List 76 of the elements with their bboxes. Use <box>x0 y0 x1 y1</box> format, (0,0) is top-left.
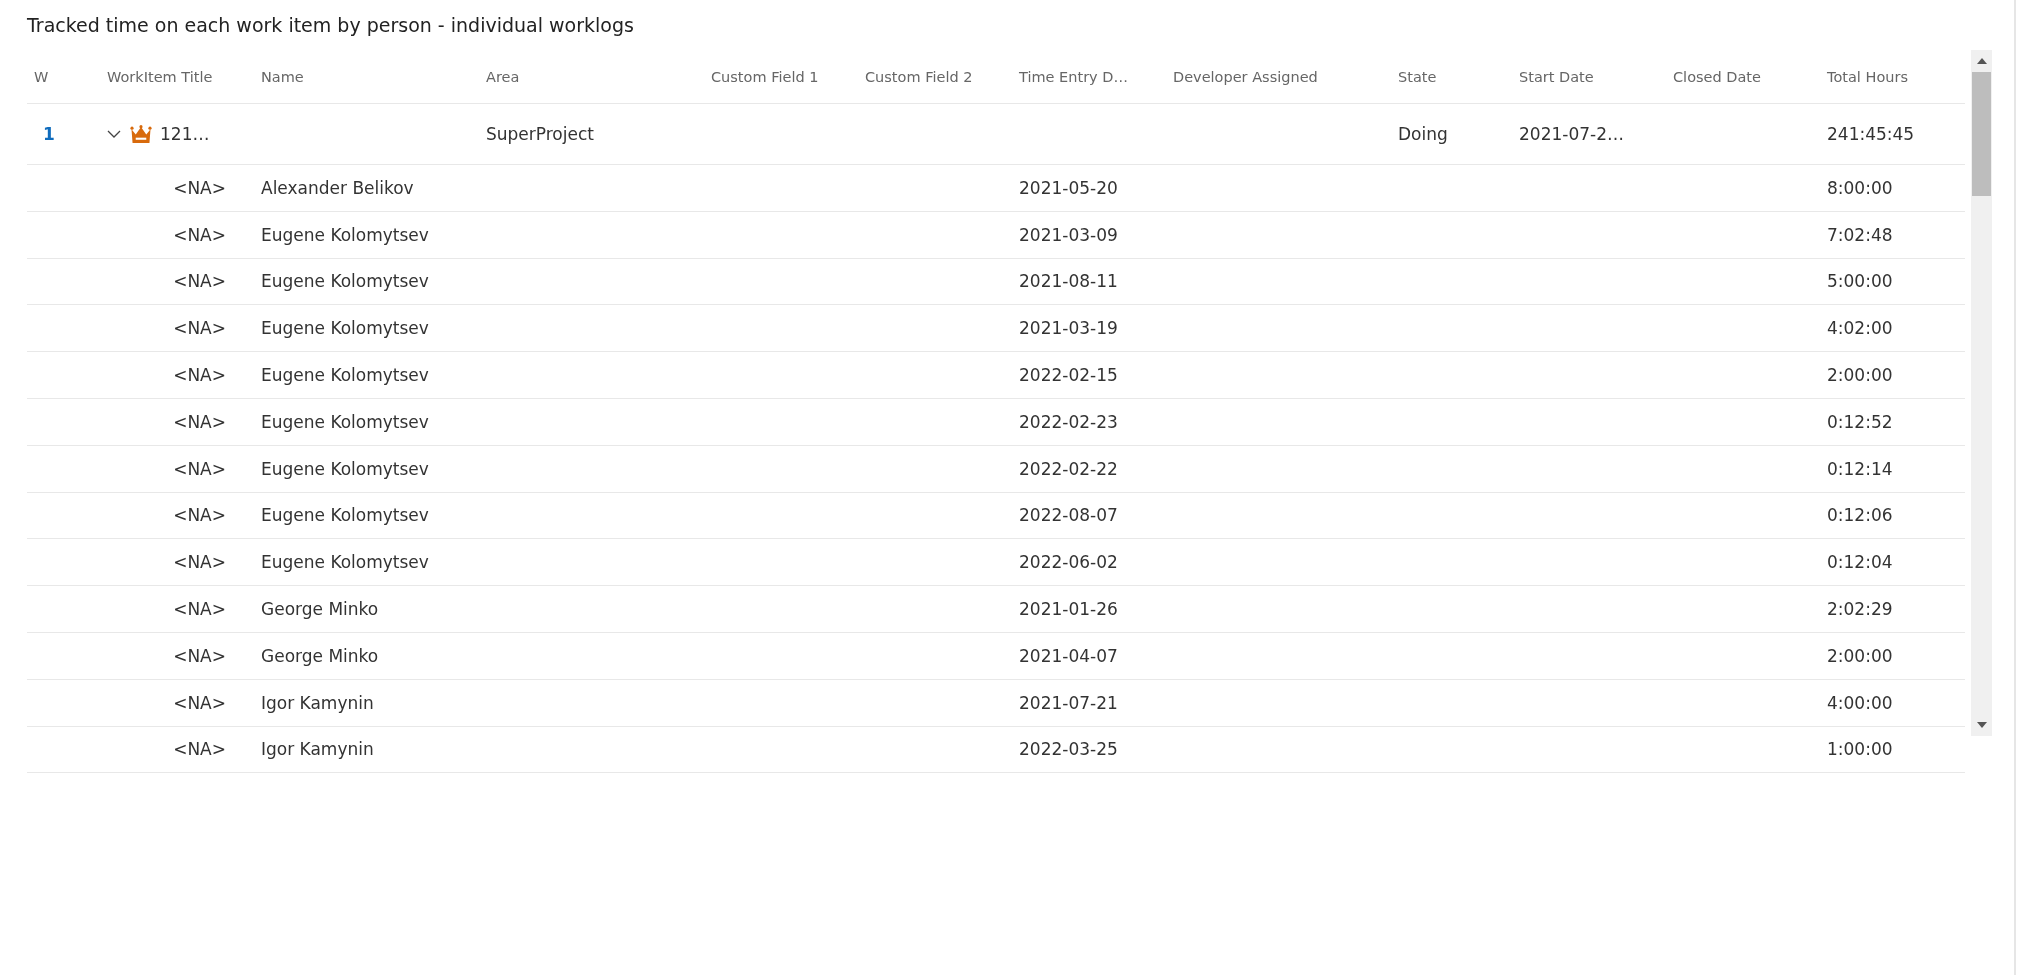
cell-text: 2022-02-15 <box>1018 365 1118 386</box>
column-header[interactable]: Closed Date <box>1666 68 1761 85</box>
cell-text: 5:00:00 <box>1826 271 1893 292</box>
cell-text: <NA> <box>172 271 227 292</box>
cell-text: Eugene Kolomytsev <box>260 458 429 479</box>
cell-text: George Minko <box>260 599 379 620</box>
column-header[interactable]: Name <box>254 68 304 85</box>
cell-text: <NA> <box>172 318 227 339</box>
cell-text: 7:02:48 <box>1826 224 1893 245</box>
cell-text: 241:45:45 <box>1826 124 1915 144</box>
cell-text: 2022-06-02 <box>1018 552 1118 573</box>
cell-text: <NA> <box>172 224 227 245</box>
cell-text: 2022-03-25 <box>1018 739 1118 760</box>
cell-text: 2:00:00 <box>1826 365 1893 386</box>
scrollbar-thumb[interactable] <box>1972 72 1991 196</box>
cell-text: Igor Kamynin <box>260 692 374 713</box>
column-header[interactable]: Total Hours <box>1820 68 1908 85</box>
cell-text: SuperProject <box>485 124 594 144</box>
crown-icon <box>130 124 152 144</box>
column-header[interactable]: W <box>27 68 49 85</box>
scrollbar[interactable] <box>1971 50 1992 736</box>
column-header[interactable]: WorkItem Title <box>100 68 213 85</box>
scroll-up-icon[interactable] <box>1975 57 1988 65</box>
report-title: Tracked time on each work item by person - individual worklogs <box>27 14 635 36</box>
column-header[interactable]: Time Entry D… <box>1012 68 1128 85</box>
column-header[interactable]: Custom Field 1 <box>704 68 819 85</box>
column-header[interactable]: Area <box>479 68 520 85</box>
cell-text: 2021-04-07 <box>1018 645 1118 666</box>
cell-text: 1:00:00 <box>1826 739 1893 760</box>
cell-text: Eugene Kolomytsev <box>260 365 429 386</box>
cell-text: <NA> <box>172 645 227 666</box>
cell-text: 4:02:00 <box>1826 318 1893 339</box>
scroll-down-icon[interactable] <box>1975 721 1988 729</box>
cell-text: Igor Kamynin <box>260 739 374 760</box>
cell-text: 2022-02-23 <box>1018 411 1118 432</box>
cell-text: Eugene Kolomytsev <box>260 271 429 292</box>
cell-text: Doing <box>1397 124 1448 144</box>
cell-text: 2:00:00 <box>1826 645 1893 666</box>
cell-text: <NA> <box>172 505 227 526</box>
cell-text: 0:12:04 <box>1826 552 1893 573</box>
cell-text: Eugene Kolomytsev <box>260 552 429 573</box>
cell-text: 2021-08-11 <box>1018 271 1118 292</box>
cell-text: 0:12:06 <box>1826 505 1893 526</box>
cell-text: <NA> <box>172 599 227 620</box>
cell-text: 4:00:00 <box>1826 692 1893 713</box>
cell-text: 0:12:52 <box>1826 411 1893 432</box>
column-header[interactable]: Developer Assigned <box>1166 68 1318 85</box>
row-index[interactable]: 1 <box>27 124 55 144</box>
cell-text: <NA> <box>172 692 227 713</box>
cell-text: Eugene Kolomytsev <box>260 318 429 339</box>
cell-text: <NA> <box>172 739 227 760</box>
cell-text: 2021-07-21 <box>1018 692 1118 713</box>
column-header[interactable]: State <box>1391 68 1437 85</box>
cell-text: Eugene Kolomytsev <box>260 505 429 526</box>
cell-text: 2021-03-09 <box>1018 224 1118 245</box>
cell-text: 2022-08-07 <box>1018 505 1118 526</box>
cell-text: <NA> <box>172 552 227 573</box>
cell-text: 8:00:00 <box>1826 177 1893 198</box>
cell-text: <NA> <box>172 177 227 198</box>
cell-text: Alexander Belikov <box>260 177 414 198</box>
cell-text: 0:12:14 <box>1826 458 1893 479</box>
column-header[interactable]: Custom Field 2 <box>858 68 973 85</box>
cell-text: <NA> <box>172 365 227 386</box>
cell-text: 2021-05-20 <box>1018 177 1118 198</box>
cell-text: Eugene Kolomytsev <box>260 224 429 245</box>
cell-text: 2:02:29 <box>1826 599 1893 620</box>
cell-text: 2021-01-26 <box>1018 599 1118 620</box>
cell-text: Eugene Kolomytsev <box>260 411 429 432</box>
column-header[interactable]: Start Date <box>1512 68 1594 85</box>
cell-text: 2021-07-2… <box>1518 124 1624 144</box>
cell-text: 121… <box>160 124 210 144</box>
cell-text: <NA> <box>172 411 227 432</box>
cell-text: George Minko <box>260 645 379 666</box>
cell-text: <NA> <box>172 458 227 479</box>
cell-text: 2022-02-22 <box>1018 458 1118 479</box>
cell-text: 2021-03-19 <box>1018 318 1118 339</box>
